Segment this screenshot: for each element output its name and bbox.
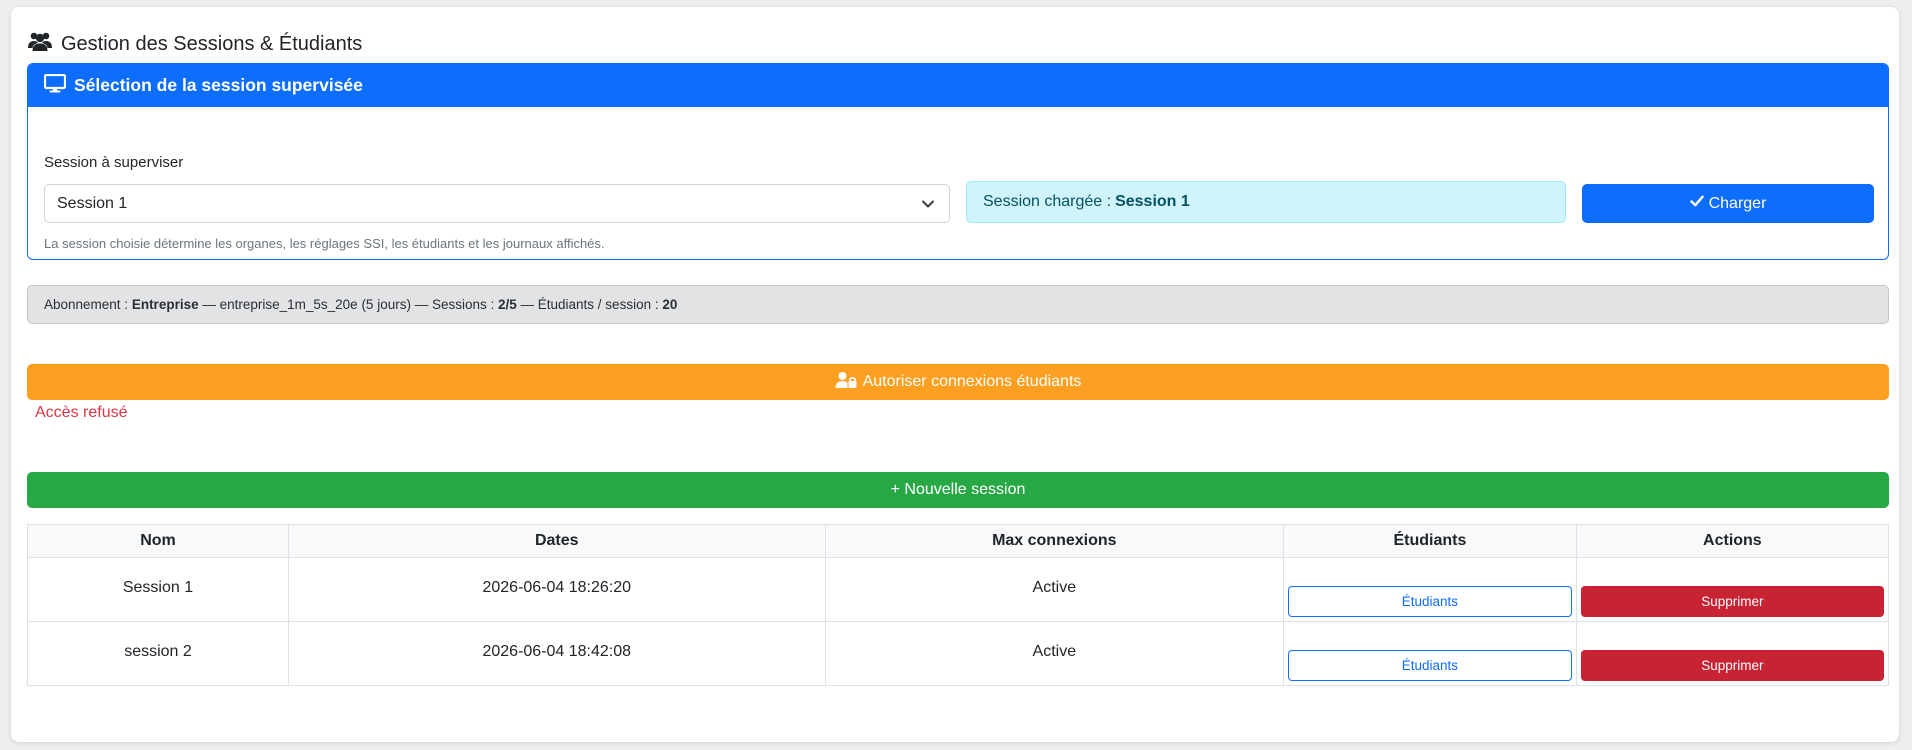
- column-header-actions: Actions: [1575, 524, 1890, 558]
- session-actions-cell: Supprimer: [1575, 621, 1890, 686]
- page-container: Gestion des Sessions & Étudiants Sélecti…: [11, 7, 1899, 742]
- table-row: session 2 2026-06-04 18:42:08 Active Étu…: [27, 621, 1890, 686]
- session-students-cell: Étudiants: [1283, 557, 1577, 622]
- session-date-cell: 2026-06-04 18:26:20: [287, 557, 826, 622]
- column-header-students: Étudiants: [1283, 524, 1577, 558]
- column-header-dates: Dates: [287, 524, 826, 558]
- session-card-header: Sélection de la session supervisée: [28, 64, 1888, 107]
- session-field-label: Session à superviser: [44, 154, 184, 171]
- session-help-text: La session choisie détermine les organes…: [44, 236, 605, 251]
- chevron-down-icon: [921, 197, 935, 211]
- page-title-text: Gestion des Sessions & Étudiants: [61, 32, 363, 55]
- column-header-name: Nom: [27, 524, 289, 558]
- session-card-title: Sélection de la session supervisée: [74, 75, 363, 95]
- subscription-students-label: — Étudiants / session :: [516, 297, 663, 312]
- students-button[interactable]: Étudiants: [1288, 586, 1572, 617]
- subscription-info-bar: Abonnement : Entreprise — entreprise_1m_…: [27, 285, 1889, 324]
- table-row: Session 1 2026-06-04 18:26:20 Active Étu…: [27, 557, 1890, 622]
- users-icon: [27, 30, 53, 58]
- sessions-table: Nom Dates Max connexions Étudiants Actio…: [27, 524, 1890, 686]
- subscription-plan: Entreprise: [131, 297, 199, 312]
- load-session-label: Charger: [1708, 194, 1767, 212]
- session-select[interactable]: Session 1: [44, 184, 950, 223]
- access-denied-message: Accès refusé: [35, 404, 128, 421]
- user-lock-icon: [835, 371, 857, 394]
- delete-session-button[interactable]: Supprimer: [1580, 586, 1884, 617]
- session-name-cell: Session 1: [27, 557, 289, 622]
- allow-student-connections-button[interactable]: Autoriser connexions étudiants: [27, 364, 1889, 400]
- subscription-label: Abonnement :: [44, 297, 132, 312]
- monitor-icon: [43, 73, 67, 98]
- session-select-value: Session 1: [57, 194, 128, 212]
- allow-connections-label: Autoriser connexions étudiants: [862, 373, 1082, 390]
- subscription-details: — entreprise_1m_5s_20e (5 jours) — Sessi…: [198, 297, 498, 312]
- session-max-cell: Active: [824, 557, 1285, 622]
- loaded-session-alert: Session chargée : Session 1: [966, 181, 1566, 223]
- new-session-button[interactable]: + Nouvelle session: [27, 472, 1889, 508]
- session-selection-card: Sélection de la session supervisée Sessi…: [27, 63, 1889, 260]
- table-header-row: Nom Dates Max connexions Étudiants Actio…: [27, 524, 1890, 558]
- subscription-sessions: 2/5: [497, 297, 517, 312]
- loaded-session-value: Session 1: [1115, 193, 1190, 210]
- check-icon: [1689, 194, 1704, 213]
- students-button[interactable]: Étudiants: [1288, 650, 1572, 681]
- session-students-cell: Étudiants: [1283, 621, 1577, 686]
- session-actions-cell: Supprimer: [1575, 557, 1890, 622]
- session-date-cell: 2026-06-04 18:42:08: [287, 621, 826, 686]
- session-max-cell: Active: [824, 621, 1285, 686]
- session-name-cell: session 2: [27, 621, 289, 686]
- load-session-button[interactable]: Charger: [1582, 184, 1874, 223]
- loaded-session-prefix: Session chargée :: [983, 193, 1112, 210]
- column-header-max-connections: Max connexions: [824, 524, 1285, 558]
- delete-session-button[interactable]: Supprimer: [1580, 650, 1884, 681]
- page-title: Gestion des Sessions & Étudiants: [27, 22, 362, 66]
- subscription-students-value: 20: [662, 297, 678, 312]
